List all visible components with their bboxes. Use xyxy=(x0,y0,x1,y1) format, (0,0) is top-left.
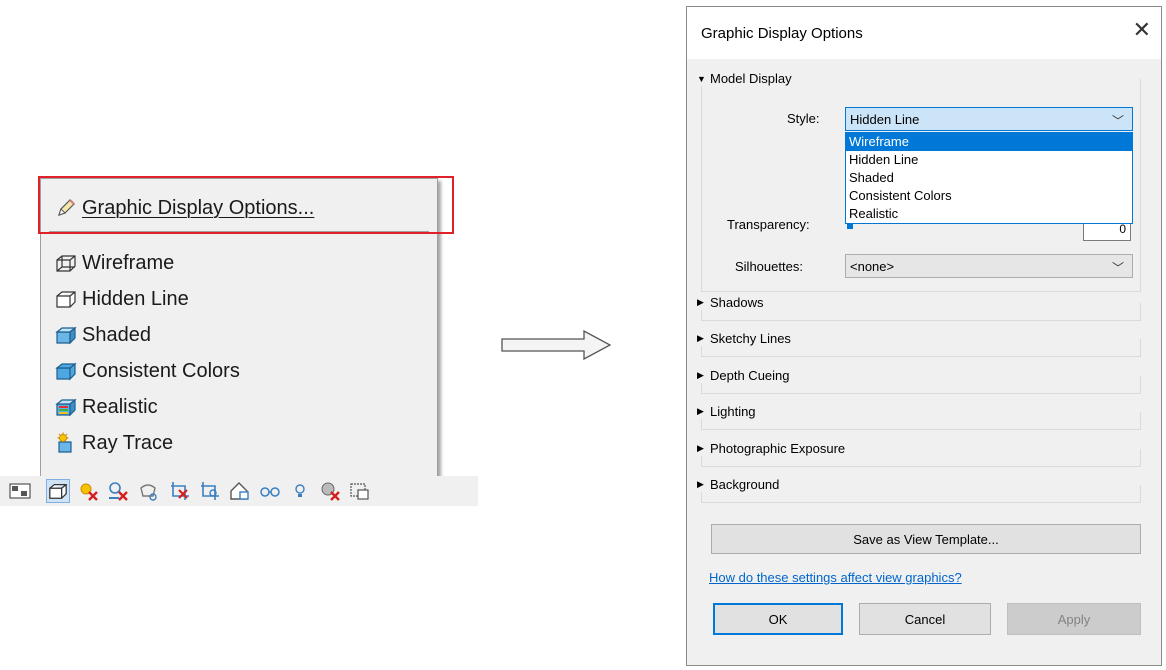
reveal-hidden-button[interactable] xyxy=(288,479,312,503)
view-control-bar xyxy=(0,476,478,506)
style-option-wireframe[interactable]: Wireframe xyxy=(846,133,1132,151)
cancel-button[interactable]: Cancel xyxy=(859,603,991,635)
section-header-lighting[interactable]: ▶ Lighting xyxy=(697,404,760,419)
section-header-depth-cueing[interactable]: ▶ Depth Cueing xyxy=(697,368,794,383)
save-as-view-template-button[interactable]: Save as View Template... xyxy=(711,524,1141,554)
menu-item-label: Wireframe xyxy=(82,251,175,274)
silhouettes-label: Silhouettes: xyxy=(735,259,803,274)
chevron-down-icon: ﹀ xyxy=(1111,114,1124,128)
sun-path-button[interactable] xyxy=(76,479,100,503)
section-shadows: ▶ Shadows xyxy=(697,295,1141,321)
section-label: Shadows xyxy=(710,295,764,310)
expand-down-icon: ▼ xyxy=(697,73,706,84)
style-option-shaded[interactable]: Shaded xyxy=(846,169,1132,187)
highlight-displacement-button[interactable] xyxy=(348,479,372,503)
section-header-sketchy-lines[interactable]: ▶ Sketchy Lines xyxy=(697,331,795,346)
menu-item-label: Hidden Line xyxy=(82,287,189,310)
silhouettes-dropdown-value: <none> xyxy=(850,258,895,274)
consistent-colors-cube-icon xyxy=(55,360,77,382)
menu-item-shaded[interactable]: Shaded xyxy=(55,320,151,350)
analysis-off-icon xyxy=(321,482,340,501)
lightbulb-icon xyxy=(295,484,305,497)
section-depth-cueing: ▶ Depth Cueing xyxy=(697,368,1141,394)
close-icon[interactable]: ✕ xyxy=(1133,19,1151,41)
expand-right-icon: ▶ xyxy=(697,479,704,489)
section-label: Sketchy Lines xyxy=(710,331,791,346)
dialog-titlebar: Graphic Display Options ✕ xyxy=(687,7,1161,59)
hidden-line-cube-icon xyxy=(55,288,77,310)
house-lock-icon xyxy=(230,482,249,500)
help-link[interactable]: How do these settings affect view graphi… xyxy=(709,570,962,585)
glasses-icon xyxy=(260,487,280,497)
section-header-shadows[interactable]: ▶ Shadows xyxy=(697,295,768,310)
shadows-button[interactable] xyxy=(106,479,130,503)
style-label: Style: xyxy=(787,111,820,126)
section-header-photographic-exposure[interactable]: ▶ Photographic Exposure xyxy=(697,441,850,456)
analysis-display-button[interactable] xyxy=(318,479,342,503)
menu-item-realistic[interactable]: Realistic xyxy=(55,392,158,422)
graphic-display-options-dialog: Graphic Display Options ✕ ▼ Model Displa… xyxy=(686,6,1162,666)
menu-item-hidden-line[interactable]: Hidden Line xyxy=(55,284,189,314)
transparency-label: Transparency: xyxy=(727,217,810,232)
menu-item-ray-trace[interactable]: Ray Trace xyxy=(55,428,173,458)
expand-right-icon: ▶ xyxy=(697,443,704,453)
menu-item-consistent-colors[interactable]: Consistent Colors xyxy=(55,356,240,386)
right-arrow-icon xyxy=(501,330,612,360)
shadows-off-icon xyxy=(109,482,128,501)
wireframe-cube-icon xyxy=(55,252,77,274)
expand-right-icon: ▶ xyxy=(697,297,704,307)
section-photographic-exposure: ▶ Photographic Exposure xyxy=(697,441,1141,467)
apply-button[interactable]: Apply xyxy=(1007,603,1141,635)
section-sketchy-lines: ▶ Sketchy Lines xyxy=(697,331,1141,357)
style-option-realistic[interactable]: Realistic xyxy=(846,205,1132,223)
shaded-cube-icon xyxy=(55,324,77,346)
crop-region-icon xyxy=(201,482,219,500)
style-option-hidden-line[interactable]: Hidden Line xyxy=(846,151,1132,169)
menu-item-label: Ray Trace xyxy=(82,431,174,454)
render-teapot-icon xyxy=(140,484,157,501)
expand-right-icon: ▶ xyxy=(697,370,704,380)
render-button[interactable] xyxy=(136,479,160,503)
menu-item-label: Shaded xyxy=(82,323,151,346)
dialog-title: Graphic Display Options xyxy=(701,25,863,42)
section-background: ▶ Background xyxy=(697,477,1141,503)
style-dropdown[interactable]: Hidden Line ﹀ xyxy=(845,107,1133,131)
section-label: Photographic Exposure xyxy=(710,441,846,456)
section-label: Lighting xyxy=(710,404,756,419)
temporary-hide-button[interactable] xyxy=(258,479,282,503)
ray-trace-icon xyxy=(55,432,77,454)
style-options-list: Wireframe Hidden Line Shaded Consistent … xyxy=(845,132,1133,224)
menu-item-label: Consistent Colors xyxy=(82,359,240,382)
style-option-consistent-colors[interactable]: Consistent Colors xyxy=(846,187,1132,205)
realistic-cube-icon xyxy=(55,396,77,418)
menu-item-wireframe[interactable]: Wireframe xyxy=(55,248,174,278)
show-crop-region-button[interactable] xyxy=(198,479,222,503)
silhouettes-dropdown[interactable]: <none> ﹀ xyxy=(845,254,1133,278)
section-lighting: ▶ Lighting xyxy=(697,404,1141,430)
section-label: Model Display xyxy=(710,71,792,86)
section-header-background[interactable]: ▶ Background xyxy=(697,477,784,492)
transparency-input[interactable]: 0 xyxy=(1083,221,1131,241)
displacement-icon xyxy=(350,483,369,500)
scale-button[interactable] xyxy=(8,479,32,503)
scale-icon xyxy=(9,483,31,499)
section-frame xyxy=(701,412,1141,430)
unlock-3d-view-button[interactable] xyxy=(228,479,252,503)
chevron-down-icon: ﹀ xyxy=(1111,261,1124,275)
section-label: Background xyxy=(710,477,780,492)
visual-style-button[interactable] xyxy=(46,479,70,503)
menu-item-label: Realistic xyxy=(82,395,158,418)
crop-view-button[interactable] xyxy=(168,479,192,503)
ok-button[interactable]: OK xyxy=(713,603,843,635)
expand-right-icon: ▶ xyxy=(697,406,704,416)
crop-view-icon xyxy=(171,482,189,500)
sun-off-icon xyxy=(80,483,98,501)
hidden-line-cube-icon xyxy=(49,484,67,499)
style-dropdown-value: Hidden Line xyxy=(850,111,920,127)
section-header-model-display[interactable]: ▼ Model Display xyxy=(697,71,796,86)
expand-right-icon: ▶ xyxy=(697,333,704,343)
section-label: Depth Cueing xyxy=(710,368,790,383)
highlight-box xyxy=(38,176,454,234)
